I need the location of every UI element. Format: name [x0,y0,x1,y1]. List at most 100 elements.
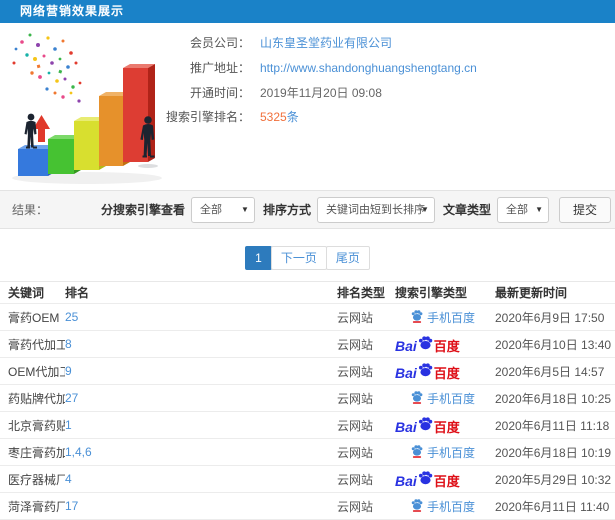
keyword-cell: 膏药OEM [8,310,60,325]
baidu-logo[interactable]: Bai 百度 [395,470,460,488]
article-type-select[interactable]: 全部 ▼ [496,196,549,223]
rank-type-cell: 云网站 [337,391,374,406]
keyword-cell: OEM代加工 [8,364,65,379]
col-header-rank: 排名 [65,286,90,300]
rank-link[interactable]: 27 [65,391,78,405]
col-header-rank-type: 排名类型 [337,286,386,300]
baidu-logo[interactable]: Bai 百度 [395,362,460,380]
info-row-open-time: 开通时间： 2019年11月20日 09:08 [158,84,598,101]
col-header-updated: 最新更新时间 [495,286,568,300]
baidu-paw-icon [417,335,433,353]
col-header-engine-type: 搜索引擎类型 [395,286,468,300]
updated-cell: 2020年6月10日 13:40 [495,337,612,352]
col-header-keyword: 关键词 [8,286,45,300]
keyword-cell: 医疗器械厂家 [8,472,65,487]
article-type-label: 文章类型 [442,203,491,217]
keyword-cell: 菏泽膏药厂家 [8,499,65,514]
updated-cell: 2020年6月9日 17:50 [495,310,605,325]
confetti [12,33,82,103]
last-page-button[interactable]: 尾页 [325,246,370,270]
info-row-ranking-count: 搜索引擎排名： 5325条 [158,108,598,125]
ranking-count-label: 搜索引擎排名： [165,110,250,124]
rank-link[interactable]: 25 [65,310,78,324]
table-header-row: 关键词 排名 排名类型 搜索引擎类型 最新更新时间 [0,282,615,304]
baidu-paw-icon [417,470,433,488]
businessman-left [24,113,37,149]
updated-cell: 2020年5月29日 10:32 [495,472,612,487]
sort-filter-label: 排序方式 [262,203,311,217]
page-button-current[interactable]: 1 [245,246,272,270]
info-row-company: 会员公司： 山东皇圣堂药业有限公司 [158,34,598,51]
updated-cell: 2020年6月18日 10:19 [495,445,612,460]
sort-filter-select[interactable]: 关键词由短到长排序 ▼ [316,196,435,223]
submit-button[interactable]: 提交 [558,196,611,223]
updated-cell: 2020年6月5日 14:57 [495,364,605,379]
rank-link[interactable]: 4 [65,472,72,486]
pagination: 1 下一页 尾页 [0,246,615,270]
table-row: 膏药OEM 25 云网站 手机百度 2020年6月9日 17:50 [0,304,615,331]
chevron-down-icon: ▼ [421,204,429,214]
company-link[interactable]: 山东皇圣堂药业有限公司 [260,34,392,51]
rank-type-cell: 云网站 [337,472,374,487]
page-title: 网络营销效果展示 [0,0,615,23]
mobile-baidu-paw-icon [411,309,423,326]
filter-bar: 结果： 分搜索引擎查看 全部 ▼ 排序方式 关键词由短到长排序 ▼ 文章类型 全… [0,190,615,229]
table-row: 北京膏药贴牌 1 云网站 Bai百度 2020年6月11日 11:18 [0,412,615,439]
next-page-button[interactable]: 下一页 [270,246,327,270]
baidu-logo[interactable]: Bai 百度 [395,335,460,353]
baidu-paw-icon [417,416,433,434]
mobile-baidu-badge[interactable]: 手机百度 [411,390,475,407]
open-time-label: 开通时间： [189,86,250,100]
engine-filter-select[interactable]: 全部 ▼ [190,196,255,223]
promo-url-link[interactable]: http://www.shandonghuangshengtang.cn [260,61,477,75]
table-row: 药贴牌代加工 27 云网站 手机百度 2020年6月18日 10:25 [0,385,615,412]
ranking-count-value[interactable]: 5325条 [260,108,299,125]
ranking-count-unit: 条 [286,110,299,124]
engine-cell: Bai 百度 [395,416,495,434]
rank-link[interactable]: 17 [65,499,78,513]
rank-type-cell: 云网站 [337,310,374,325]
rank-link[interactable]: 1,4,6 [65,445,92,459]
engine-cell: Bai 百度 [395,470,495,488]
keyword-cell: 北京膏药贴牌 [8,418,65,433]
keyword-cell: 药贴牌代加工 [8,391,65,406]
growth-chart-illustration [12,33,162,184]
table-row: OEM代加工 9 云网站 Bai百度 2020年6月5日 14:57 [0,358,615,385]
keyword-cell: 枣庄膏药加工 [8,445,65,460]
engine-cell: 手机百度 [395,444,495,461]
keyword-cell: 膏药代加工 [8,337,65,352]
mobile-baidu-paw-icon [411,498,423,515]
chevron-down-icon: ▼ [241,204,249,214]
result-label: 结果： [12,203,49,217]
mobile-baidu-badge[interactable]: 手机百度 [411,444,475,461]
rank-type-cell: 云网站 [337,499,374,514]
engine-cell: 手机百度 [395,498,495,515]
rank-link[interactable]: 8 [65,337,72,351]
promo-url-label: 推广地址： [189,61,250,75]
engine-cell: Bai 百度 [395,362,495,380]
ranking-count-number: 5325 [260,110,287,124]
engine-cell: Bai 百度 [395,335,495,353]
open-time-value: 2019年11月20日 09:08 [260,86,382,100]
marketing-report-page: 网络营销效果展示 会员公司： 山东皇圣堂药业有限公司 推广地址： http://… [0,0,615,520]
chevron-down-icon: ▼ [535,204,543,214]
rank-type-cell: 云网站 [337,418,374,433]
updated-cell: 2020年6月18日 10:25 [495,391,612,406]
baidu-logo[interactable]: Bai 百度 [395,416,460,434]
rank-link[interactable]: 1 [65,418,72,432]
rank-type-cell: 云网站 [337,337,374,352]
updated-cell: 2020年6月11日 11:18 [495,418,610,433]
company-label: 会员公司： [189,36,250,50]
mobile-baidu-badge[interactable]: 手机百度 [411,498,475,515]
table-row: 枣庄膏药加工 1,4,6 云网站 手机百度 2020年6月18日 10:19 [0,439,615,466]
table-row: 膏药代加工 8 云网站 Bai 百度 2020年6月10日 13:40 [0,331,615,358]
mobile-baidu-badge[interactable]: 手机百度 [411,309,475,326]
engine-filter-label: 分搜索引擎查看 [100,203,185,217]
mobile-baidu-paw-icon [411,390,423,407]
table-row: 菏泽膏药厂家 17 云网站 手机百度 2020年6月11日 11:40 [0,493,615,520]
info-row-url: 推广地址： http://www.shandonghuangshengtang.… [158,59,598,76]
engine-cell: 手机百度 [395,390,495,407]
table-row: 医疗器械厂家 4 云网站 Bai百度 2020年5月29日 10:32 [0,466,615,493]
rank-link[interactable]: 9 [65,364,72,378]
baidu-paw-icon [417,362,433,380]
